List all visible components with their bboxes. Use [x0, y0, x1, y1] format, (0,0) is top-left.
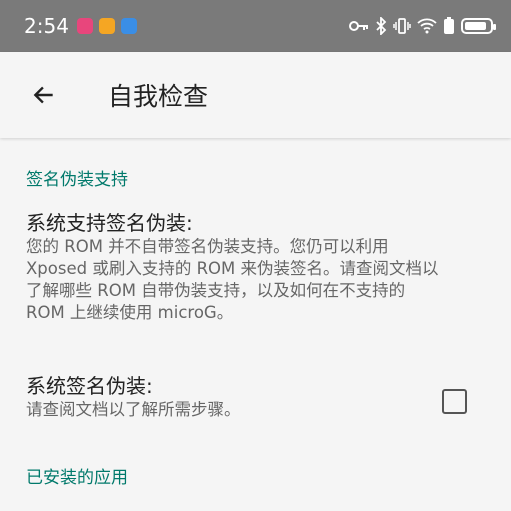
spoofing-checkbox[interactable] — [442, 389, 467, 414]
status-time: 2:54 — [24, 14, 69, 38]
wifi-icon — [417, 18, 437, 34]
status-bar: 2:54 — [0, 0, 511, 52]
pref-system-support: 系统支持签名伪装: 您的 ROM 并不自带签名伪装支持。您仍可以利用 Xpose… — [26, 210, 446, 324]
battery-icon — [461, 18, 496, 34]
pref-title: 系统支持签名伪装: — [26, 211, 193, 235]
bluetooth-icon — [376, 17, 387, 35]
pref-system-spoofing[interactable]: 系统签名伪装: 请查阅文档以了解所需步骤。 — [26, 373, 446, 421]
pref-summary: 您的 ROM 并不自带签名伪装支持。您仍可以利用 Xposed 或刷入支持的 R… — [26, 237, 439, 322]
pref-title: 系统签名伪装: — [26, 374, 153, 398]
page-title: 自我检查 — [108, 82, 209, 111]
notification-icon-1 — [76, 18, 93, 34]
section-header-installed-apps: 已安装的应用 — [26, 468, 128, 488]
notification-icon-2 — [98, 18, 115, 34]
status-icons — [349, 17, 496, 35]
vibrate-icon — [393, 18, 411, 34]
arrow-left-icon — [33, 86, 53, 104]
notification-icon-3 — [120, 18, 137, 34]
pref-summary: 请查阅文档以了解所需步骤。 — [26, 400, 241, 419]
battery-saver-icon — [444, 17, 454, 34]
section-header-signature: 签名伪装支持 — [26, 170, 128, 190]
key-icon — [349, 21, 368, 31]
back-button[interactable] — [24, 75, 64, 115]
app-bar: 自我检查 — [0, 52, 511, 138]
